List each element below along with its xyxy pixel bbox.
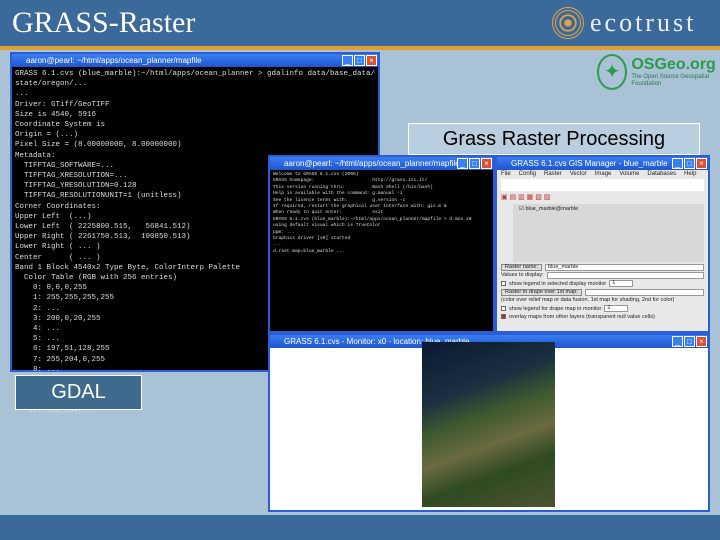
close-button[interactable]: ×: [481, 158, 492, 169]
legend2-monitor-input[interactable]: 2: [604, 305, 629, 313]
osgeo-name: OSGeo.org: [631, 56, 716, 73]
menu-raster[interactable]: Raster: [544, 171, 562, 178]
drape-map-input[interactable]: [584, 288, 704, 296]
legend-monitor-input[interactable]: 1: [609, 280, 634, 288]
ecotrust-logo: ecotrust: [552, 7, 696, 39]
osgeo-subtitle: The Open Source Geospatial Foundation: [631, 74, 710, 87]
legend-label: show legend in selected display monitor: [509, 280, 607, 287]
drape-row: Raster to drape over 1st map:: [501, 288, 704, 296]
values-label: Values to display:: [501, 272, 544, 279]
overlay-label: overlay maps from other layers (transpar…: [509, 313, 655, 320]
raster-name-input[interactable]: blue_marble: [545, 263, 704, 271]
gis-manager-window: GRASS 6.1.cvs GIS Manager - blue_marble …: [495, 155, 710, 333]
gdal-label: GDAL: [15, 375, 142, 410]
raster-name-row: Raster name: blue_marble: [501, 263, 704, 271]
values-input[interactable]: [546, 271, 704, 279]
slide-title: GRASS-Raster: [12, 6, 196, 39]
maximize-button[interactable]: □: [684, 158, 695, 169]
gis-manager-titlebar[interactable]: GRASS 6.1.cvs GIS Manager - blue_marble …: [497, 157, 708, 170]
drape-note: (color over relief map or data fusion. 1…: [501, 297, 675, 304]
maximize-button[interactable]: □: [354, 55, 365, 66]
menu-help[interactable]: Help: [684, 171, 696, 178]
minimize-button[interactable]: _: [672, 158, 683, 169]
menu-file[interactable]: File: [501, 171, 511, 178]
grass-processing-label: Grass Raster Processing: [408, 123, 700, 155]
close-button[interactable]: ×: [696, 158, 707, 169]
drape-note-row: (color over relief map or data fusion. 1…: [501, 296, 704, 304]
maximize-button[interactable]: □: [684, 336, 695, 347]
menu-image[interactable]: Image: [595, 171, 612, 178]
layer-tree: ☑ blue_marble@marble: [501, 204, 704, 262]
window-title: GRASS 6.1.cvs GIS Manager - blue_marble: [511, 159, 668, 168]
minimize-button[interactable]: _: [342, 55, 353, 66]
satellite-raster-map: [422, 342, 555, 507]
osgeo-logo: ✦ OSGeo.org The Open Source Geospatial F…: [597, 54, 720, 90]
grass-terminal-window: aaron@pearl: ~/html/apps/ocean_planner/m…: [268, 155, 495, 333]
close-button[interactable]: ×: [366, 55, 377, 66]
window-title: aaron@pearl: ~/html/apps/ocean_planner/m…: [26, 56, 202, 65]
overlay-checkbox[interactable]: [501, 314, 506, 320]
osgeo-star-icon: ✦: [597, 54, 628, 90]
legend2-checkbox[interactable]: [501, 306, 506, 312]
toolbar: [501, 179, 704, 191]
menu-vector[interactable]: Vector: [570, 171, 587, 178]
overlay-row: overlay maps from other layers (transpar…: [501, 313, 704, 321]
terminal-titlebar[interactable]: aaron@pearl: ~/html/apps/ocean_planner/m…: [12, 54, 378, 67]
terminal-titlebar[interactable]: aaron@pearl: ~/html/apps/ocean_planner/m…: [270, 157, 493, 170]
legend-row: show legend in selected display monitor 1: [501, 280, 704, 288]
menu-databases[interactable]: Databases: [647, 171, 676, 178]
ecotrust-wordmark: ecotrust: [590, 8, 697, 37]
terminal-output[interactable]: Welcome to GRASS 6.1.cvs (2005) GRASS ho…: [270, 170, 493, 257]
header-divider: [0, 46, 720, 50]
layer-buttons[interactable]: [501, 204, 513, 262]
layer-name: blue_marble@marble: [525, 206, 579, 212]
legend2-label: show legend for drape map in monitor: [509, 305, 602, 312]
maximize-button[interactable]: □: [469, 158, 480, 169]
legend2-row: show legend for drape map in monitor 2: [501, 304, 704, 313]
menu-volume[interactable]: Volume: [619, 171, 639, 178]
slide-footer: [0, 515, 720, 540]
legend-checkbox[interactable]: [501, 281, 506, 287]
layer-item[interactable]: ☑ blue_marble@marble: [513, 204, 584, 262]
values-row: Values to display:: [501, 271, 704, 279]
window-title: aaron@pearl: ~/html/apps/ocean_planner/m…: [284, 159, 460, 168]
minimize-button[interactable]: _: [457, 158, 468, 169]
drape-map-button[interactable]: Raster to drape over 1st map:: [501, 288, 582, 296]
layer-toolbar[interactable]: ▣ ▤ ▥ ▦ ▧ ▨: [501, 193, 704, 202]
menu-config[interactable]: Config: [519, 171, 536, 178]
close-button[interactable]: ×: [696, 336, 707, 347]
ecotrust-spiral-icon: [552, 7, 584, 39]
menu-bar: File Config Raster Vector Image Volume Databas…: [497, 170, 708, 179]
raster-name-button[interactable]: Raster name:: [501, 263, 543, 271]
minimize-button[interactable]: _: [672, 336, 683, 347]
